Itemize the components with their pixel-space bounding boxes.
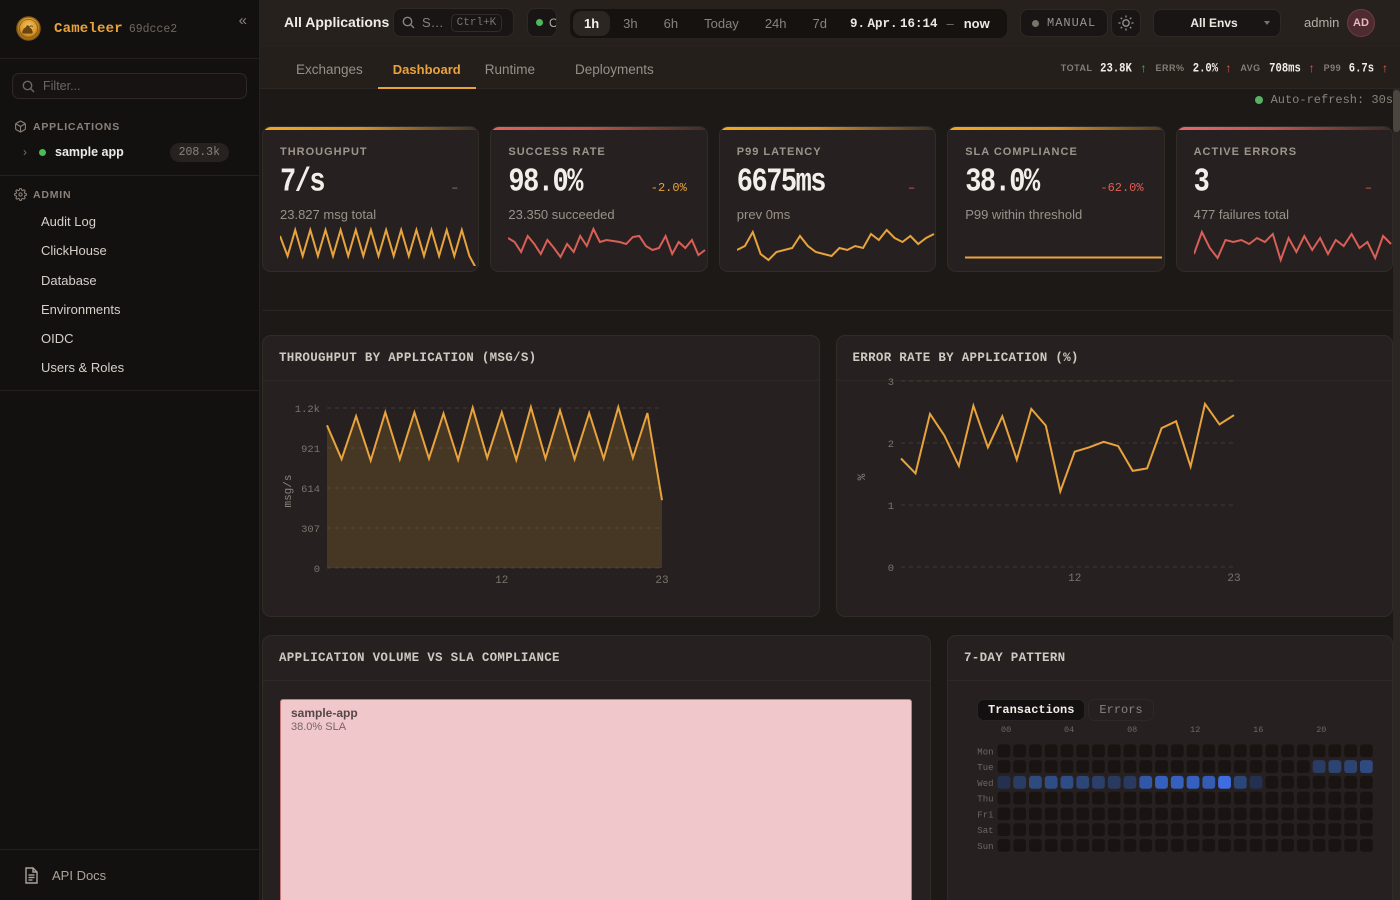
svg-text:Sun: Sun xyxy=(977,842,993,852)
svg-text:Thu: Thu xyxy=(977,795,993,805)
svg-text:0: 0 xyxy=(887,563,893,575)
svg-text:23: 23 xyxy=(1227,573,1240,585)
svg-text:04: 04 xyxy=(1064,725,1074,735)
svg-text:3: 3 xyxy=(887,377,893,389)
svg-text:Fri: Fri xyxy=(977,810,993,820)
svg-text:0: 0 xyxy=(314,564,320,576)
svg-text:307: 307 xyxy=(301,524,320,536)
svg-text:20: 20 xyxy=(1316,725,1326,735)
svg-text:Wed: Wed xyxy=(977,779,993,789)
svg-text:1.2k: 1.2k xyxy=(295,404,320,416)
svg-text:Mon: Mon xyxy=(977,747,993,757)
svg-text:%: % xyxy=(857,473,869,480)
svg-text:12: 12 xyxy=(1190,725,1200,735)
svg-text:Tue: Tue xyxy=(977,763,993,773)
svg-text:16: 16 xyxy=(1253,725,1263,735)
svg-text:Sat: Sat xyxy=(977,826,993,836)
svg-text:23: 23 xyxy=(655,575,668,587)
svg-text:1: 1 xyxy=(887,501,893,513)
svg-text:614: 614 xyxy=(301,484,320,496)
svg-text:12: 12 xyxy=(1068,573,1081,585)
svg-text:921: 921 xyxy=(301,444,320,456)
svg-text:msg/s: msg/s xyxy=(283,474,295,507)
svg-text:12: 12 xyxy=(495,575,508,587)
svg-text:00: 00 xyxy=(1001,725,1011,735)
svg-text:08: 08 xyxy=(1127,725,1137,735)
svg-text:2: 2 xyxy=(887,439,893,451)
